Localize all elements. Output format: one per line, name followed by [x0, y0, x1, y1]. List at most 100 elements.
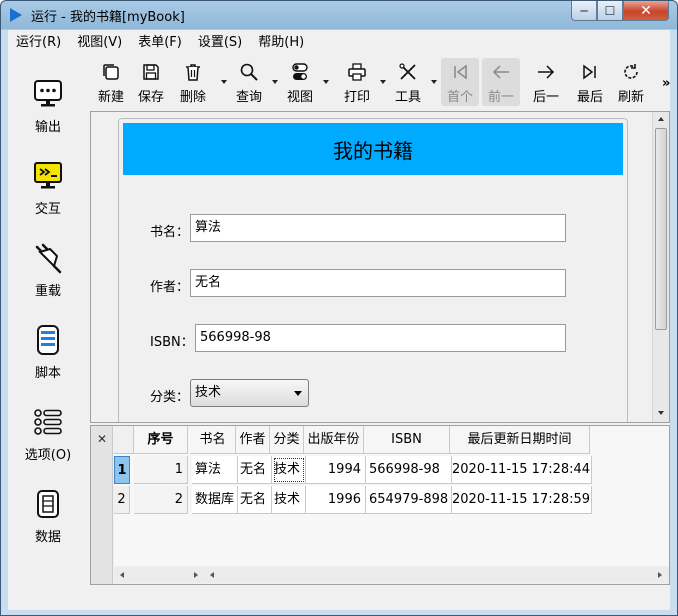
menu-run[interactable]: 运行(R) — [8, 30, 69, 56]
next-icon — [538, 65, 555, 79]
cell-year-1[interactable]: 1994 — [306, 456, 366, 484]
column-header-author[interactable]: 作者 — [236, 426, 270, 454]
next-button[interactable]: 后一 — [531, 58, 561, 106]
refresh-icon — [624, 64, 638, 79]
prev-button[interactable]: 前一 — [482, 58, 520, 106]
database-icon — [37, 490, 59, 518]
cell-seq-1[interactable]: 1 — [134, 456, 188, 484]
close-button[interactable]: ✕ — [623, 1, 669, 21]
cell-author-2[interactable]: 无名 — [238, 486, 272, 514]
data-grid: 序号 书名 作者 分类 出版年份 ISBN 最后更新日期时间 1 1 算法 无名… — [114, 426, 669, 566]
cell-category-1[interactable]: 技术 — [272, 456, 306, 484]
nav-options-label: 选项(O) — [24, 448, 72, 463]
nav-script[interactable]: 脚本 — [8, 314, 88, 394]
save-button-label: 保存 — [137, 90, 164, 105]
scroll-right-icon[interactable] — [194, 572, 198, 578]
nav-options[interactable]: 选项(O) — [8, 396, 88, 476]
author-field[interactable]: 无名 — [190, 269, 566, 297]
delete-dropdown-arrow[interactable] — [221, 80, 227, 84]
next-button-label: 后一 — [532, 90, 559, 105]
nav-output-label: 输出 — [34, 120, 61, 135]
column-header-year[interactable]: 出版年份 — [304, 426, 364, 454]
delete-button[interactable]: 删除 — [176, 58, 210, 106]
column-header-name[interactable]: 书名 — [190, 426, 236, 454]
nav-interact[interactable]: 交互 — [8, 150, 88, 230]
nav-data[interactable]: 数据 — [8, 478, 88, 558]
form-panel: 我的书籍 书名： 算法 作者： 无名 ISBN： 566998-98 分类： 技… — [90, 111, 670, 423]
tools-dropdown-arrow[interactable] — [431, 80, 437, 84]
title-bar[interactable]: 运行 - 我的书籍[myBook] ─ ☐ ✕ — [1, 1, 678, 29]
view-dropdown-arrow[interactable] — [323, 80, 329, 84]
category-select[interactable]: 技术 — [190, 379, 309, 407]
minimize-button[interactable]: ─ — [571, 1, 597, 21]
tools-button[interactable]: 工具 — [393, 58, 423, 106]
cell-isbn-2[interactable]: 654979-898 — [366, 486, 452, 514]
name-field[interactable]: 算法 — [190, 214, 566, 242]
first-button[interactable]: 首个 — [441, 58, 479, 106]
cell-isbn-1[interactable]: 566998-98 — [366, 456, 452, 484]
scroll-left-icon[interactable] — [120, 572, 124, 578]
save-icon — [143, 64, 159, 80]
maximize-button[interactable]: ☐ — [597, 1, 623, 21]
row-header-2[interactable]: 2 — [114, 486, 130, 514]
menu-settings[interactable]: 设置(S) — [190, 30, 250, 56]
cell-updated-2[interactable]: 2020-11-15 17:28:59 — [452, 486, 592, 514]
scroll-down-icon[interactable] — [658, 411, 664, 415]
save-button[interactable]: 保存 — [136, 58, 166, 106]
column-header-category[interactable]: 分类 — [270, 426, 304, 454]
nav-script-label: 脚本 — [34, 366, 61, 381]
options-icon — [34, 409, 62, 435]
column-header-updated[interactable]: 最后更新日期时间 — [450, 426, 590, 454]
refresh-button[interactable]: 刷新 — [616, 58, 646, 106]
cell-category-2[interactable]: 技术 — [272, 486, 306, 514]
form-title: 我的书籍 — [123, 123, 623, 175]
last-button[interactable]: 最后 — [575, 58, 605, 106]
form-vertical-scrollbar[interactable] — [652, 112, 669, 422]
row-header-1[interactable]: 1 — [114, 456, 130, 484]
menu-view[interactable]: 视图(V) — [69, 30, 130, 56]
print-dropdown-arrow[interactable] — [380, 80, 386, 84]
toolbar: 新建 保存 删除 查询 视图 打印 工具 首个 前一 后一 最后 刷新 » — [96, 58, 670, 108]
client-area: 运行(R) 视图(V) 表单(F) 设置(S) 帮助(H) 输出 交互 重载 脚… — [8, 30, 670, 610]
new-button[interactable]: 新建 — [96, 58, 126, 106]
new-button-label: 新建 — [97, 90, 124, 105]
menu-bar: 运行(R) 视图(V) 表单(F) 设置(S) 帮助(H) — [8, 30, 670, 56]
close-panel-icon[interactable]: ✕ — [97, 432, 107, 446]
scroll-up-icon[interactable] — [658, 117, 664, 121]
cell-name-2[interactable]: 数据库 — [192, 486, 238, 514]
cell-author-1[interactable]: 无名 — [238, 456, 272, 484]
view-button-label: 视图 — [286, 90, 313, 105]
menu-help[interactable]: 帮助(H) — [250, 30, 312, 56]
search-dropdown-arrow[interactable] — [272, 80, 278, 84]
monitor-icon — [34, 80, 62, 107]
nav-data-label: 数据 — [34, 530, 61, 545]
search-button[interactable]: 查询 — [234, 58, 264, 106]
view-button[interactable]: 视图 — [285, 58, 315, 106]
cell-updated-1[interactable]: 2020-11-15 17:28:44 — [452, 456, 592, 484]
menu-form[interactable]: 表单(F) — [130, 30, 190, 56]
scrollbar-thumb[interactable] — [655, 128, 667, 330]
script-icon — [37, 325, 59, 355]
scroll-left-icon[interactable] — [210, 572, 214, 578]
search-icon — [240, 63, 258, 81]
cell-name-1[interactable]: 算法 — [192, 456, 238, 484]
print-button[interactable]: 打印 — [342, 58, 372, 106]
column-header-seq[interactable]: 序号 — [134, 426, 188, 454]
cell-year-2[interactable]: 1996 — [306, 486, 366, 514]
chevron-down-icon — [294, 391, 302, 396]
isbn-field[interactable]: 566998-98 — [195, 324, 566, 352]
search-button-label: 查询 — [235, 90, 262, 105]
grid-corner[interactable] — [114, 426, 134, 454]
category-select-value: 技术 — [195, 385, 222, 400]
nav-reload[interactable]: 重载 — [8, 232, 88, 312]
nav-output[interactable]: 输出 — [8, 68, 88, 148]
grid-horizontal-scrollbar[interactable] — [114, 567, 669, 583]
window-title: 运行 - 我的书籍[myBook] — [31, 10, 185, 25]
cell-seq-2[interactable]: 2 — [134, 486, 188, 514]
toolbar-overflow-button[interactable]: » — [662, 76, 670, 91]
last-icon — [583, 64, 596, 80]
first-button-label: 首个 — [446, 90, 473, 105]
column-header-isbn[interactable]: ISBN — [364, 426, 450, 454]
app-window: 运行 - 我的书籍[myBook] ─ ☐ ✕ 运行(R) 视图(V) 表单(F… — [0, 0, 678, 616]
scroll-right-icon[interactable] — [658, 572, 662, 578]
